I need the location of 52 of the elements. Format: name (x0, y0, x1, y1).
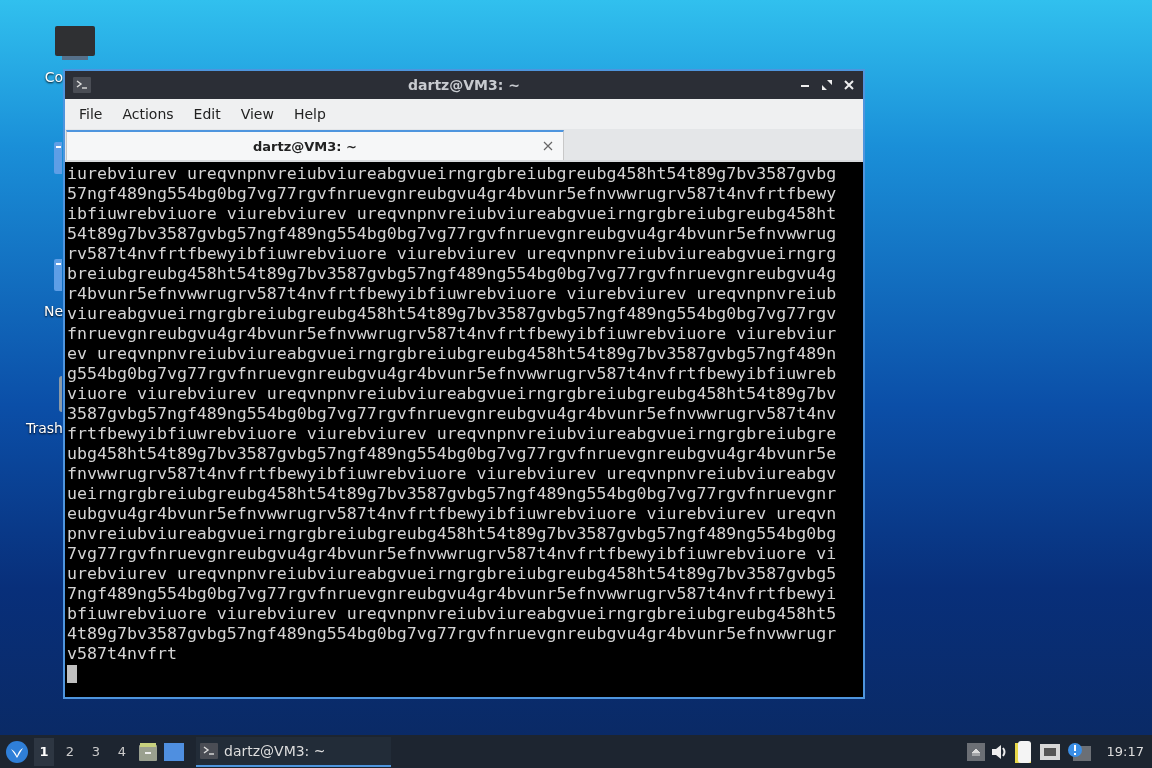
workspace-button[interactable]: 3 (86, 737, 106, 766)
terminal-icon (200, 742, 218, 759)
terminal-line: ubg458ht54t89g7bv3587gvbg57ngf489ng554bg0bg7vg77rgvfnruevgnreubgvu4gr4bvunr5e (67, 444, 838, 464)
taskbar-window-button[interactable]: dartz@VM3: ~ (196, 736, 391, 767)
notification-icon[interactable] (1066, 741, 1091, 762)
terminal-line: viuore viurebviurev ureqvnpnvreiubviureabgvueirngrgbreiubgreubg458ht54t89g7bv (67, 384, 838, 404)
workspace-button[interactable]: 4 (112, 737, 132, 766)
terminal-line: ibfiuwrebviuore viurebviurev ureqvnpnvreiubviureabgvueirngrgbreiubgreubg458ht (67, 204, 838, 224)
start-menu-icon[interactable] (6, 740, 28, 763)
eject-icon[interactable] (966, 742, 985, 761)
terminal-line: 3587gvbg57ngf489ng554bg0bg7vg77rgvfnruevgnreubgvu4gr4bvunr5efnvwwrugrv587t4nv (67, 404, 838, 424)
workspace-button[interactable]: 1 (34, 737, 54, 766)
file-cabinet-icon[interactable] (138, 741, 158, 762)
terminal-line: r4bvunr5efnvwwrugrv587t4nvfrtfbewyibfiuwrebviuore viurebviurev ureqvnpnvreiub (67, 284, 838, 304)
terminal-line: 4t89g7bv3587gvbg57ngf489ng554bg0bg7vg77rgvfnruevgnreubgvu4gr4bvunr5efnvwwrugr (67, 624, 838, 644)
terminal-line: fnruevgnreubgvu4gr4bvunr5efnvwwrugrv587t4nvfrtfbewyibfiuwrebviuore viurebviur (67, 324, 838, 344)
menu-item[interactable]: Edit (183, 106, 231, 122)
terminal-line: 7vg77rgvfnruevgnreubgvu4gr4bvunr5efnvwwrugrv587t4nvfrtfbewyibfiuwrebviuore vi (67, 544, 838, 564)
terminal-line: 57ngf489ng554bg0bg7vg77rgvfnruevgnreubgvu4gr4bvunr5efnvwwrugrv587t4nvfrtfbewy (67, 184, 838, 204)
desktop-icon-label[interactable]: Ne (43, 303, 63, 319)
terminal-line: 7ngf489ng554bg0bg7vg77rgvfnruevgnreubgvu4gr4bvunr5efnvwwrugrv587t4nvfrtfbewyi (67, 584, 838, 604)
terminal-line: g554bg0bg7vg77rgvfnruevgnreubgvu4gr4bvunr5efnvwwrugrv587t4nvfrtfbewyibfiuwreb (67, 364, 838, 384)
desktop-icon-label[interactable]: Trash (26, 420, 63, 436)
terminal-line: ueirngrgbreiubgreubg458ht54t89g7bv3587gvbg57ngf489ng554bg0bg7vg77rgvfnruevgnr (67, 484, 838, 504)
terminal-line: bfiuwrebviuore viurebviurev ureqvnpnvreiubviureabgvueirngrgbreiubgreubg458ht5 (67, 604, 838, 624)
terminal-line: fnvwwrugrv587t4nvfrtfbewyibfiuwrebviuore viurebviurev ureqvnpnvreiubviureabgv (67, 464, 838, 484)
menu-item[interactable]: View (230, 106, 284, 122)
terminal-line: pnvreiubviureabgvueirngrgbreiubgreubg458ht54t89g7bv3587gvbg57ngf489ng554bg0bg (67, 524, 838, 544)
maximize-icon[interactable] (821, 79, 833, 91)
terminal-line: rv587t4nvfrtfbewyibfiuwrebviuore viurebviurev ureqvnpnvreiubviureabgvueirngrg (67, 244, 838, 264)
clipboard-icon[interactable] (1014, 740, 1033, 763)
terminal-line: 54t89g7bv3587gvbg57ngf489ng554bg0bg7vg77rgvfnruevgnreubgvu4gr4bvunr5efnvwwrug (67, 224, 838, 244)
terminal-line: v587t4nvfrt (67, 644, 178, 664)
terminal-line: frtfbewyibfiuwrebviuore viurebviurev ureqvnpnvreiubviureabgvueirngrgbreiubgre (67, 424, 838, 444)
desktop-icon[interactable] (164, 742, 184, 761)
terminal-line: eubgvu4gr4bvunr5efnvwwrugrv587t4nvfrtfbewyibfiuwrebviuore viurebviurev ureqvn (67, 504, 838, 524)
close-icon[interactable] (543, 141, 553, 151)
terminal-line: urebviurev ureqvnpnvreiubviureabgvueirngrgbreiubgreubg458ht54t89g7bv3587gvbg5 (67, 564, 838, 584)
text-cursor (67, 665, 77, 683)
workspace-button[interactable]: 2 (60, 737, 80, 766)
menu-item[interactable]: Actions (112, 106, 184, 122)
window-title: dartz@VM3: ~ (408, 77, 520, 93)
clock: 19:17 (1106, 744, 1144, 759)
terminal-line: viureabgvueirngrgbreiubgreubg458ht54t89g7bv3587gvbg57ngf489ng554bg0bg7vg77rgv (67, 304, 838, 324)
terminal-line: ev ureqvnpnvreiubviureabgvueirngrgbreiubgreubg458ht54t89g7bv3587gvbg57ngf489n (67, 344, 838, 364)
terminal-line: breiubgreubg458ht54t89g7bv3587gvbg57ngf489ng554bg0bg7vg77rgvfnruevgnreubgvu4g (67, 264, 838, 284)
terminal-tab[interactable]: dartz@VM3: ~ (66, 130, 564, 160)
menu-item[interactable]: File (69, 106, 113, 122)
terminal-line: iurebviurev ureqvnpnvreiubviureabgvueirngrgbreiubgreubg458ht54t89g7bv3587gvbg (67, 164, 838, 184)
monitor-icon[interactable] (54, 25, 96, 61)
menu-item[interactable]: Help (283, 106, 336, 122)
terminal-icon (73, 77, 91, 93)
